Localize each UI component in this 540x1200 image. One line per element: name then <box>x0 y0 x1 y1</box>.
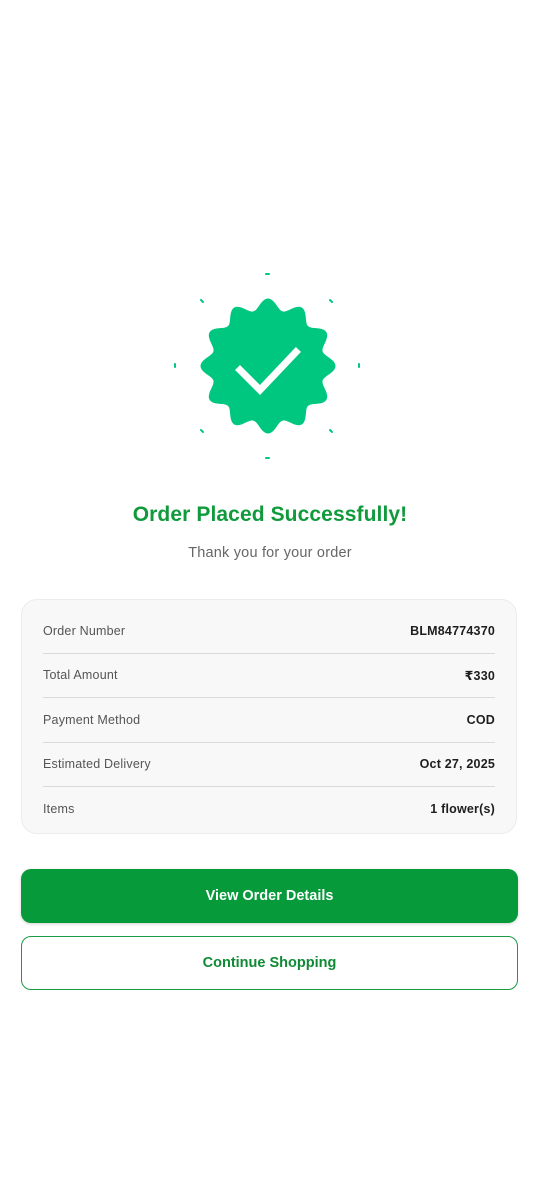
total-amount-row: Total Amount ₹330 <box>43 654 495 698</box>
order-summary-card: Order Number BLM84774370 Total Amount ₹3… <box>21 599 517 834</box>
success-badge <box>170 268 366 464</box>
order-number-value: BLM84774370 <box>410 623 495 638</box>
items-label: Items <box>43 801 75 816</box>
estimated-delivery-value: Oct 27, 2025 <box>419 757 495 772</box>
view-order-details-button[interactable]: View Order Details <box>21 869 518 923</box>
total-amount-value: ₹330 <box>464 668 495 683</box>
estimated-delivery-label: Estimated Delivery <box>43 757 151 772</box>
badge-shape <box>200 298 336 434</box>
estimated-delivery-row: Estimated Delivery Oct 27, 2025 <box>43 743 495 787</box>
success-title: Order Placed Successfully! <box>132 503 408 526</box>
items-row: Items 1 flower(s) <box>43 787 495 831</box>
payment-method-value: COD <box>466 712 495 727</box>
order-number-row: Order Number BLM84774370 <box>43 609 495 654</box>
payment-method-label: Payment Method <box>43 712 141 727</box>
items-value: 1 flower(s) <box>430 801 495 816</box>
continue-shopping-button[interactable]: Continue Shopping <box>21 936 518 990</box>
order-number-label: Order Number <box>43 623 126 638</box>
success-subtitle: Thank you for your order <box>188 545 352 561</box>
total-amount-label: Total Amount <box>43 668 118 683</box>
check-badge-icon <box>174 273 360 459</box>
payment-method-row: Payment Method COD <box>43 698 495 743</box>
